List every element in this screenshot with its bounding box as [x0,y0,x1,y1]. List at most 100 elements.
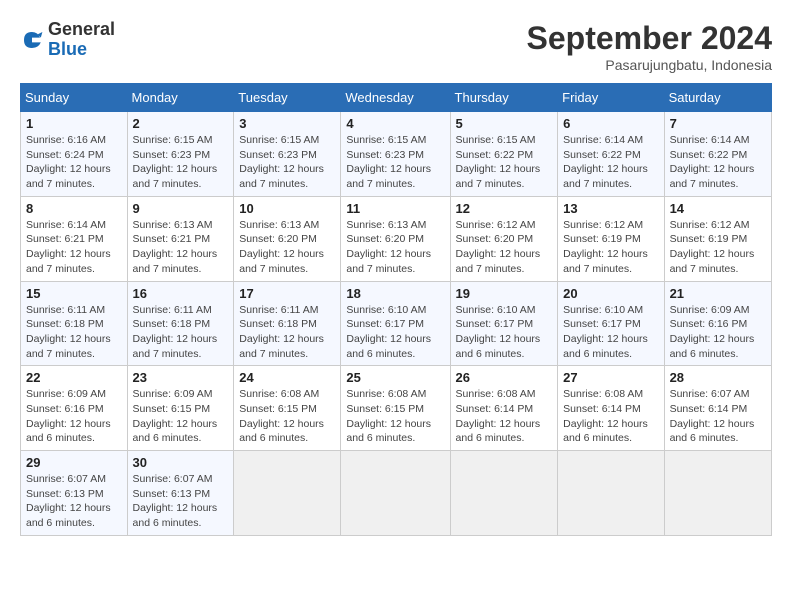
calendar-cell: 24 Sunrise: 6:08 AMSunset: 6:15 PMDayligh… [234,366,341,451]
day-number: 27 [563,370,658,385]
day-info: Sunrise: 6:07 AMSunset: 6:13 PMDaylight:… [133,472,229,531]
calendar-cell: 19 Sunrise: 6:10 AMSunset: 6:17 PMDayligh… [450,281,558,366]
day-info: Sunrise: 6:08 AMSunset: 6:14 PMDaylight:… [563,387,658,446]
day-info: Sunrise: 6:08 AMSunset: 6:15 PMDaylight:… [239,387,335,446]
weekday-thursday: Thursday [450,84,558,112]
day-number: 18 [346,286,444,301]
day-number: 1 [26,116,122,131]
calendar-cell: 28 Sunrise: 6:07 AMSunset: 6:14 PMDayligh… [664,366,771,451]
calendar-week-3: 15 Sunrise: 6:11 AMSunset: 6:18 PMDayligh… [21,281,772,366]
day-number: 24 [239,370,335,385]
day-info: Sunrise: 6:14 AMSunset: 6:22 PMDaylight:… [670,133,766,192]
day-info: Sunrise: 6:10 AMSunset: 6:17 PMDaylight:… [456,303,553,362]
day-info: Sunrise: 6:11 AMSunset: 6:18 PMDaylight:… [26,303,122,362]
logo-text: General Blue [48,20,115,60]
weekday-header-row: SundayMondayTuesdayWednesdayThursdayFrid… [21,84,772,112]
day-number: 17 [239,286,335,301]
day-info: Sunrise: 6:14 AMSunset: 6:21 PMDaylight:… [26,218,122,277]
day-info: Sunrise: 6:07 AMSunset: 6:13 PMDaylight:… [26,472,122,531]
day-info: Sunrise: 6:11 AMSunset: 6:18 PMDaylight:… [239,303,335,362]
day-info: Sunrise: 6:14 AMSunset: 6:22 PMDaylight:… [563,133,658,192]
day-number: 13 [563,201,658,216]
calendar-cell: 15 Sunrise: 6:11 AMSunset: 6:18 PMDayligh… [21,281,128,366]
location-subtitle: Pasarujungbatu, Indonesia [527,57,772,73]
day-info: Sunrise: 6:12 AMSunset: 6:20 PMDaylight:… [456,218,553,277]
day-info: Sunrise: 6:09 AMSunset: 6:15 PMDaylight:… [133,387,229,446]
calendar-cell: 8 Sunrise: 6:14 AMSunset: 6:21 PMDaylight… [21,196,128,281]
day-number: 30 [133,455,229,470]
calendar-cell: 18 Sunrise: 6:10 AMSunset: 6:17 PMDayligh… [341,281,450,366]
day-info: Sunrise: 6:15 AMSunset: 6:22 PMDaylight:… [456,133,553,192]
calendar-cell: 25Sunrise: 6:08 AMSunset: 6:15 PMDayligh… [341,366,450,451]
day-number: 5 [456,116,553,131]
calendar-cell: 27 Sunrise: 6:08 AMSunset: 6:14 PMDayligh… [558,366,664,451]
calendar-cell: 23 Sunrise: 6:09 AMSunset: 6:15 PMDayligh… [127,366,234,451]
weekday-tuesday: Tuesday [234,84,341,112]
calendar-header: SundayMondayTuesdayWednesdayThursdayFrid… [21,84,772,112]
day-number: 20 [563,286,658,301]
day-number: 15 [26,286,122,301]
day-info: Sunrise: 6:16 AMSunset: 6:24 PMDaylight:… [26,133,122,192]
day-info: Sunrise: 6:10 AMSunset: 6:17 PMDaylight:… [563,303,658,362]
calendar-cell [234,451,341,536]
calendar-cell: 3Sunrise: 6:15 AMSunset: 6:23 PMDaylight… [234,112,341,197]
day-info: Sunrise: 6:15 AMSunset: 6:23 PMDaylight:… [133,133,229,192]
calendar-cell: 12Sunrise: 6:12 AMSunset: 6:20 PMDayligh… [450,196,558,281]
day-number: 10 [239,201,335,216]
weekday-monday: Monday [127,84,234,112]
day-info: Sunrise: 6:07 AMSunset: 6:14 PMDaylight:… [670,387,766,446]
logo: General Blue [20,20,115,60]
calendar-cell: 4 Sunrise: 6:15 AMSunset: 6:23 PMDaylight… [341,112,450,197]
calendar-cell [450,451,558,536]
logo-icon [20,28,44,52]
day-info: Sunrise: 6:12 AMSunset: 6:19 PMDaylight:… [563,218,658,277]
calendar-week-1: 1 Sunrise: 6:16 AMSunset: 6:24 PMDaylight… [21,112,772,197]
weekday-sunday: Sunday [21,84,128,112]
title-area: September 2024 Pasarujungbatu, Indonesia [527,20,772,73]
day-number: 2 [133,116,229,131]
calendar-cell: 16Sunrise: 6:11 AMSunset: 6:18 PMDayligh… [127,281,234,366]
calendar-body: 1 Sunrise: 6:16 AMSunset: 6:24 PMDaylight… [21,112,772,536]
calendar-cell: 21 Sunrise: 6:09 AMSunset: 6:16 PMDayligh… [664,281,771,366]
calendar-cell: 22 Sunrise: 6:09 AMSunset: 6:16 PMDayligh… [21,366,128,451]
day-number: 26 [456,370,553,385]
calendar-cell: 20 Sunrise: 6:10 AMSunset: 6:17 PMDayligh… [558,281,664,366]
calendar-table: SundayMondayTuesdayWednesdayThursdayFrid… [20,83,772,536]
calendar-week-5: 29Sunrise: 6:07 AMSunset: 6:13 PMDayligh… [21,451,772,536]
day-info: Sunrise: 6:10 AMSunset: 6:17 PMDaylight:… [346,303,444,362]
day-info: Sunrise: 6:09 AMSunset: 6:16 PMDaylight:… [670,303,766,362]
calendar-cell: 10 Sunrise: 6:13 AMSunset: 6:20 PMDayligh… [234,196,341,281]
day-number: 28 [670,370,766,385]
calendar-cell: 1 Sunrise: 6:16 AMSunset: 6:24 PMDaylight… [21,112,128,197]
day-number: 23 [133,370,229,385]
weekday-saturday: Saturday [664,84,771,112]
month-year-title: September 2024 [527,20,772,57]
calendar-week-4: 22 Sunrise: 6:09 AMSunset: 6:16 PMDayligh… [21,366,772,451]
day-info: Sunrise: 6:13 AMSunset: 6:21 PMDaylight:… [133,218,229,277]
day-number: 7 [670,116,766,131]
day-number: 4 [346,116,444,131]
calendar-cell [558,451,664,536]
day-info: Sunrise: 6:15 AMSunset: 6:23 PMDaylight:… [346,133,444,192]
calendar-cell: 30 Sunrise: 6:07 AMSunset: 6:13 PMDayligh… [127,451,234,536]
calendar-cell: 17 Sunrise: 6:11 AMSunset: 6:18 PMDayligh… [234,281,341,366]
calendar-cell [341,451,450,536]
day-number: 19 [456,286,553,301]
day-info: Sunrise: 6:08 AMSunset: 6:14 PMDaylight:… [456,387,553,446]
calendar-cell [664,451,771,536]
calendar-cell: 6 Sunrise: 6:14 AMSunset: 6:22 PMDaylight… [558,112,664,197]
day-info: Sunrise: 6:13 AMSunset: 6:20 PMDaylight:… [346,218,444,277]
day-info: Sunrise: 6:13 AMSunset: 6:20 PMDaylight:… [239,218,335,277]
day-number: 6 [563,116,658,131]
calendar-cell: 13 Sunrise: 6:12 AMSunset: 6:19 PMDayligh… [558,196,664,281]
calendar-cell: 11Sunrise: 6:13 AMSunset: 6:20 PMDayligh… [341,196,450,281]
day-number: 21 [670,286,766,301]
calendar-cell: 26 Sunrise: 6:08 AMSunset: 6:14 PMDayligh… [450,366,558,451]
calendar-cell: 29Sunrise: 6:07 AMSunset: 6:13 PMDayligh… [21,451,128,536]
day-number: 22 [26,370,122,385]
day-info: Sunrise: 6:09 AMSunset: 6:16 PMDaylight:… [26,387,122,446]
day-number: 8 [26,201,122,216]
day-number: 9 [133,201,229,216]
day-number: 14 [670,201,766,216]
calendar-cell: 9 Sunrise: 6:13 AMSunset: 6:21 PMDaylight… [127,196,234,281]
